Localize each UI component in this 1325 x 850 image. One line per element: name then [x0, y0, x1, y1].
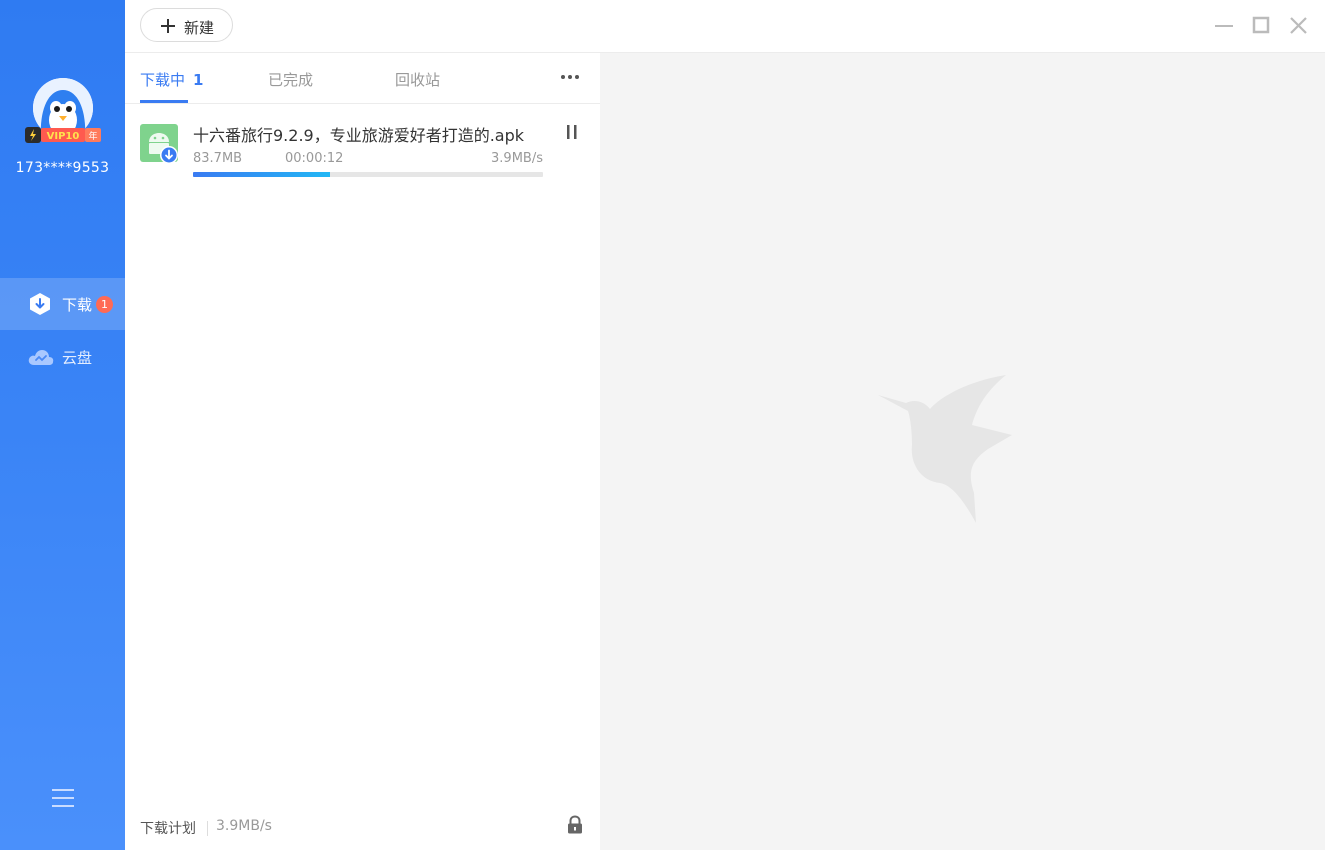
active-tab-indicator [140, 100, 188, 103]
plus-icon [161, 18, 175, 33]
tab-downloading-count: 1 [193, 71, 204, 89]
new-task-button[interactable]: 新建 [140, 8, 233, 42]
username: 173****9553 [15, 160, 110, 176]
detail-panel [600, 53, 1325, 850]
bird-logo [878, 373, 1038, 525]
progress-fill [193, 172, 330, 177]
total-speed: 3.9MB/s [216, 818, 272, 834]
tab-bar: 下载中 1 已完成 回收站 [125, 53, 600, 104]
vip-badge-suffix: 年 [88, 130, 97, 142]
top-bar: 新建 [125, 0, 1325, 53]
more-icon[interactable] [558, 69, 582, 85]
elapsed-time: 00:00:12 [285, 151, 344, 166]
close-icon[interactable] [1286, 13, 1312, 39]
tab-downloading-label: 下载中 [140, 71, 186, 89]
file-name: 十六番旅行9.2.9，专业旅游爱好者打造的.apk [193, 126, 525, 145]
progress-bar [193, 172, 543, 177]
download-task-row[interactable]: 十六番旅行9.2.9，专业旅游爱好者打造的.apk 83.7MB 00:00:1… [125, 104, 600, 186]
pause-icon[interactable] [565, 124, 579, 140]
maximize-icon[interactable] [1249, 13, 1275, 39]
vip-badge[interactable]: VIP10 年 [25, 126, 102, 144]
download-count-badge: 1 [96, 296, 113, 313]
footer-divider [207, 821, 208, 836]
vip-badge-text: VIP10 [47, 131, 80, 142]
nav-cloud-label: 云盘 [62, 349, 93, 367]
sidebar: VIP10 年 173****9553 下载 1 云盘 [0, 0, 125, 850]
nav-download-label: 下载 [62, 296, 93, 314]
list-footer: 下载计划 3.9MB/s [125, 810, 600, 850]
tab-recycle-bin[interactable]: 回收站 [395, 69, 440, 90]
download-plan-link[interactable]: 下载计划 [140, 818, 196, 838]
minimize-icon[interactable] [1211, 13, 1237, 39]
nav-cloud[interactable]: 云盘 [0, 331, 125, 383]
tab-completed[interactable]: 已完成 [268, 69, 313, 90]
tab-downloading[interactable]: 下载中 1 [140, 69, 203, 90]
menu-icon[interactable] [51, 786, 75, 810]
download-list-panel: 下载中 1 已完成 回收站 十六番旅行9.2.9，专业旅游爱好者打造的.apk … [125, 53, 600, 850]
android-apk-icon [140, 124, 180, 164]
new-task-label: 新建 [184, 19, 215, 37]
file-size: 83.7MB [193, 151, 243, 166]
nav-download[interactable]: 下载 1 [0, 278, 125, 330]
cloud-icon [28, 346, 54, 368]
download-speed: 3.9MB/s [491, 151, 543, 166]
download-icon [28, 293, 52, 315]
lock-icon[interactable] [566, 815, 584, 835]
